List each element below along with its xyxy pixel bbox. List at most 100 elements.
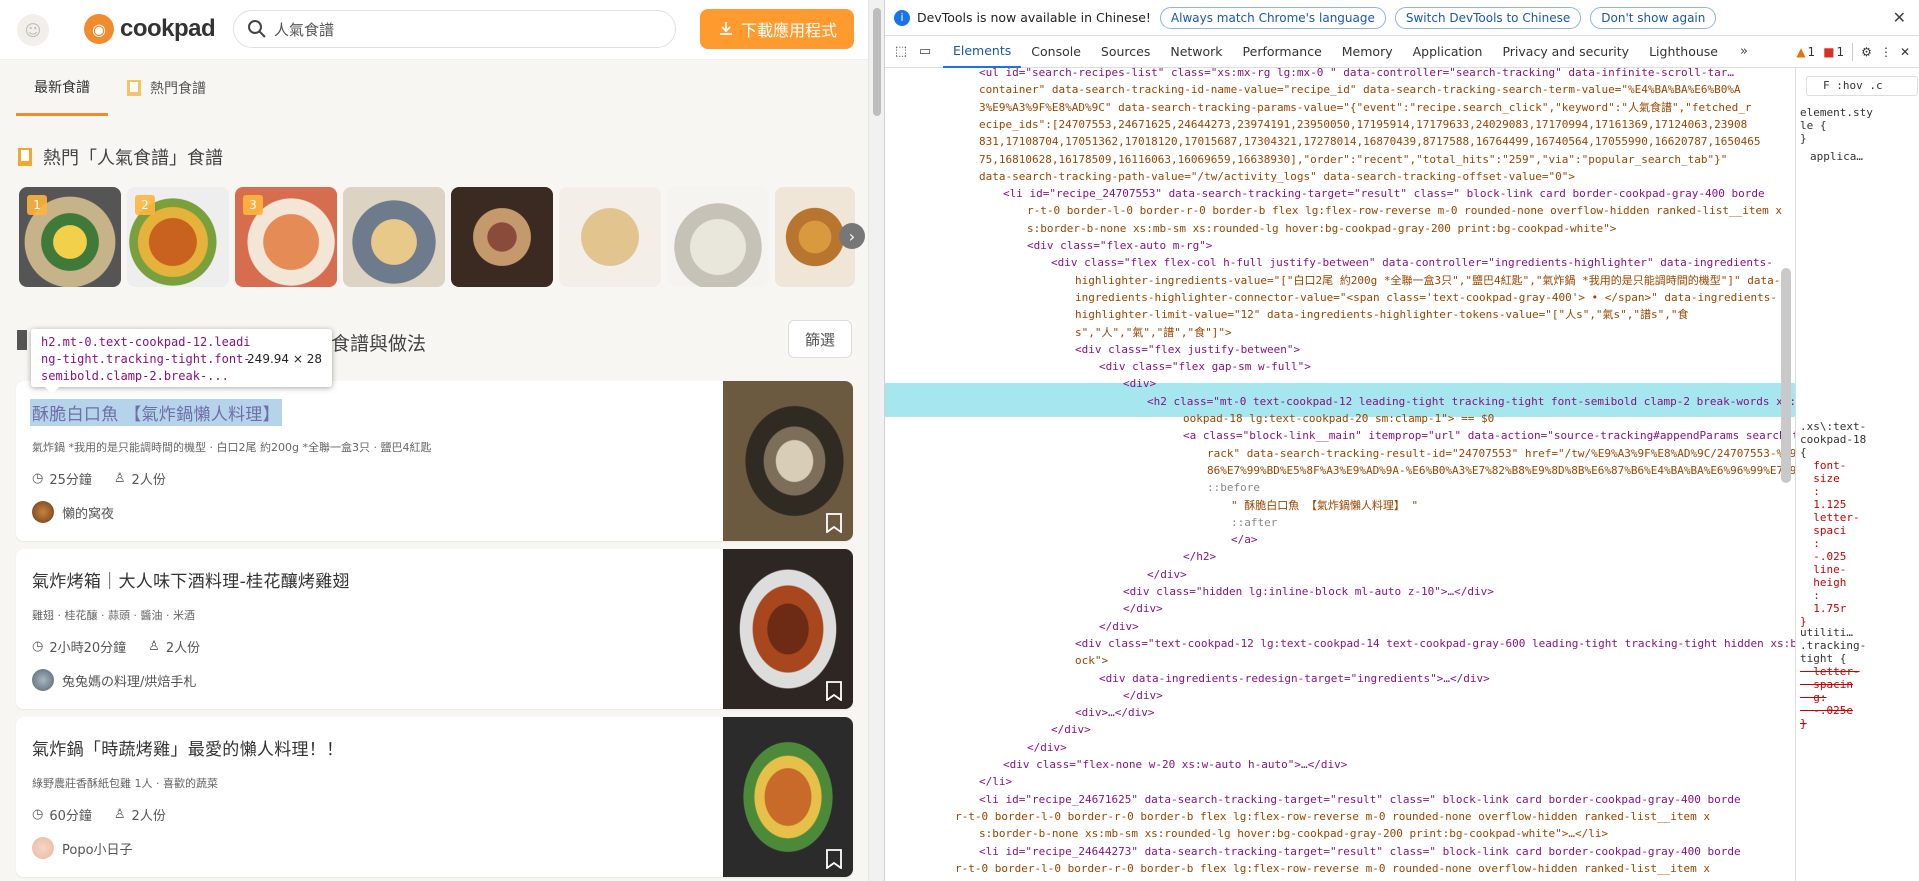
dom-line[interactable]: 831,17108704,17051362,17018120,17015687,… — [979, 133, 1760, 150]
tab-latest[interactable]: 最新食譜 — [16, 60, 108, 116]
tab-lighthouse[interactable]: Lighthouse — [1639, 36, 1728, 68]
dom-line[interactable]: rack" data-search-tracking-result-id="24… — [1207, 445, 1795, 462]
dom-line[interactable]: ::after — [1231, 514, 1277, 531]
recipe-card[interactable]: 氣炸鍋「時蔬烤雞」最愛的懶人料理！！ 綠野農莊香酥紙包雞 1人 · 喜歡的蔬菜 … — [16, 717, 853, 877]
carousel-next-button[interactable]: › — [839, 223, 865, 249]
dom-line[interactable]: </div> — [1123, 687, 1163, 704]
dom-line[interactable]: s:border-b-none xs:mb-sm xs:rounded-lg h… — [979, 877, 1608, 881]
tab-memory[interactable]: Memory — [1332, 36, 1403, 68]
tab-network[interactable]: Network — [1160, 36, 1232, 68]
dom-line[interactable]: r-t-0 border-l-0 border-r-0 border-b fle… — [955, 808, 1710, 825]
bookmark-icon[interactable] — [825, 513, 843, 533]
dom-line[interactable]: <li id="recipe_24707553" data-search-tra… — [1003, 185, 1765, 202]
dom-line[interactable]: " 酥脆白口魚 【氣炸鍋懶人料理】 " — [1231, 497, 1418, 514]
error-badge[interactable]: ■ 1 — [1823, 45, 1844, 59]
dom-line[interactable]: <div class="text-cookpad-12 lg:text-cook… — [1075, 635, 1795, 652]
close-icon[interactable]: ✕ — [1900, 45, 1910, 59]
bookmark-icon[interactable] — [825, 849, 843, 869]
dom-line[interactable]: <div>…</div> — [1075, 704, 1154, 721]
close-icon[interactable]: ✕ — [1893, 8, 1906, 27]
dom-line[interactable]: </div> — [1027, 739, 1067, 756]
dom-line[interactable]: <div data-ingredients-redesign-target="i… — [1099, 670, 1490, 687]
recipe-title[interactable]: 氣炸鍋「時蔬烤雞」最愛的懶人料理！！ — [32, 735, 343, 760]
dom-line[interactable]: <ul id="search-recipes-list" class="xs:m… — [979, 68, 1734, 81]
dom-line[interactable]: 86%E7%99%BD%E5%8F%A3%E9%AD%9A-%E6%B0%A3%… — [1207, 462, 1795, 479]
tab-privacy[interactable]: Privacy and security — [1492, 36, 1639, 68]
recipe-title[interactable]: 氣炸烤箱｜大人味下酒料理-桂花釀烤雞翅 — [32, 567, 350, 592]
warning-badge[interactable]: ▲ 1 — [1796, 45, 1815, 59]
dom-line[interactable]: <div class="flex flex-col h-full justify… — [1051, 254, 1773, 271]
device-toolbar-icon[interactable]: ▭ — [917, 44, 933, 60]
popular-thumb[interactable] — [451, 187, 553, 287]
dom-line[interactable]: r-t-0 border-l-0 border-r-0 border-b fle… — [1027, 202, 1782, 219]
switch-chinese-button[interactable]: Switch DevTools to Chinese — [1394, 6, 1582, 29]
download-app-button[interactable]: 下載應用程式 — [700, 9, 854, 49]
recipe-title[interactable]: 酥脆白口魚 【氣炸鍋懶人料理】 — [30, 399, 282, 426]
dom-line[interactable]: data-search-tracking-path-value="/tw/act… — [979, 168, 1575, 185]
popular-thumb[interactable] — [343, 187, 445, 287]
more-tabs-icon[interactable]: » — [1736, 44, 1752, 60]
recipe-card[interactable]: 氣炸烤箱｜大人味下酒料理-桂花釀烤雞翅 雞翅 · 桂花釀 · 蒜頭 · 醬油 ·… — [16, 549, 853, 709]
dom-line[interactable]: ecipe_ids":[24707553,24671625,24644273,2… — [979, 116, 1747, 133]
dom-line[interactable]: s:border-b-none xs:mb-sm xs:rounded-lg h… — [979, 825, 1608, 842]
dom-line[interactable]: <div class="flex justify-between"> — [1075, 341, 1300, 358]
search-input[interactable]: 人氣食譜 — [233, 10, 676, 48]
dom-line[interactable]: r-t-0 border-l-0 border-r-0 border-b fle… — [955, 860, 1710, 877]
recipe-card[interactable]: 酥脆白口魚 【氣炸鍋懶人料理】 氣炸鍋 *我用的是只能調時間的機型 · 白口2尾… — [16, 381, 853, 541]
dom-line[interactable]: <li id="recipe_24644273" data-search-tra… — [979, 843, 1741, 860]
dom-line[interactable]: s","人","氣","譜","食"]"> — [1075, 324, 1232, 341]
popular-thumb[interactable]: 2 — [127, 187, 229, 287]
inspect-element-icon[interactable]: ⬚ — [893, 44, 909, 60]
gear-icon[interactable]: ⚙ — [1861, 45, 1872, 59]
customize-icon[interactable]: ⋮ — [1880, 45, 1892, 59]
styles-filter-input[interactable]: F :hov .c — [1806, 76, 1918, 96]
dom-line[interactable]: </a> — [1231, 531, 1258, 548]
dom-line[interactable]: </h2> — [1183, 548, 1216, 565]
dom-line[interactable]: </div> — [1099, 618, 1139, 635]
popular-thumb[interactable]: 1 — [19, 187, 121, 287]
dom-line[interactable]: <div> — [1123, 375, 1156, 392]
recipe-author[interactable]: 懶的窝夜 — [32, 501, 114, 523]
popular-thumb[interactable]: 3 — [235, 187, 337, 287]
elements-tree[interactable]: <ul id="search-recipes-list" class="xs:m… — [885, 68, 1795, 881]
filter-button[interactable]: 篩選 — [788, 320, 852, 358]
popular-thumb[interactable] — [667, 187, 769, 287]
tab-console[interactable]: Console — [1021, 36, 1091, 68]
dom-line[interactable]: <a class="block-link__main" itemprop="ur… — [1183, 427, 1795, 444]
dom-line[interactable]: <div class="flex-none w-20 xs:w-auto h-a… — [1003, 756, 1347, 773]
popular-thumb[interactable] — [559, 187, 661, 287]
recipe-author[interactable]: 兔兔媽の料理/烘焙手札 — [32, 669, 196, 691]
dom-line[interactable]: </li> — [979, 773, 1012, 790]
scrollbar-thumb[interactable] — [873, 8, 881, 116]
dom-line[interactable]: <div class="hidden lg:inline-block ml-au… — [1123, 583, 1494, 600]
dom-line[interactable]: </div> — [1147, 566, 1187, 583]
dom-line[interactable]: <div class="flex gap-sm w-full"> — [1099, 358, 1311, 375]
elements-scrollbar[interactable] — [1781, 268, 1791, 483]
user-avatar[interactable]: ☺ — [17, 14, 49, 46]
dom-line[interactable]: </div> — [1123, 600, 1163, 617]
dom-line[interactable]: ock"> — [1075, 652, 1108, 669]
dom-line[interactable]: ingredients-highlighter-connector-value=… — [1075, 289, 1777, 306]
tab-performance[interactable]: Performance — [1233, 36, 1332, 68]
tab-application[interactable]: Application — [1403, 36, 1493, 68]
dom-line[interactable]: 75,16810628,16178509,16116063,16069659,1… — [979, 151, 1727, 168]
tab-sources[interactable]: Sources — [1091, 36, 1160, 68]
dom-line[interactable]: highlighter-limit-value="12" data-ingred… — [1075, 306, 1689, 323]
dom-line[interactable]: highlighter-ingredients-value="["白口2尾 約2… — [1075, 272, 1780, 289]
dom-line[interactable]: <h2 class="mt-0 text-cookpad-12 leading-… — [1147, 393, 1795, 410]
match-language-button[interactable]: Always match Chrome's language — [1159, 6, 1386, 29]
dom-line[interactable]: ::before — [1207, 479, 1260, 496]
dom-line[interactable]: <li id="recipe_24671625" data-search-tra… — [979, 791, 1741, 808]
dom-line[interactable]: s:border-b-none xs:mb-sm xs:rounded-lg h… — [1027, 220, 1616, 237]
dom-line[interactable]: </div> — [1051, 721, 1091, 738]
dont-show-again-button[interactable]: Don't show again — [1590, 6, 1717, 29]
tab-popular[interactable]: 熱門食譜 — [126, 60, 206, 116]
cookpad-logo[interactable]: ◉ cookpad — [84, 14, 216, 44]
dom-line[interactable]: container" data-search-tracking-id-name-… — [979, 81, 1741, 98]
recipe-author[interactable]: Popo小日子 — [32, 837, 133, 859]
dom-line[interactable]: 3%E9%A3%9F%E8%AD%9C" data-search-trackin… — [979, 99, 1751, 116]
tab-elements[interactable]: Elements — [943, 36, 1022, 68]
bookmark-icon[interactable] — [825, 681, 843, 701]
dom-line[interactable]: ookpad-18 lg:text-cookpad-20 sm:clamp-1"… — [1183, 410, 1494, 427]
page-scrollbar[interactable] — [868, 0, 884, 881]
